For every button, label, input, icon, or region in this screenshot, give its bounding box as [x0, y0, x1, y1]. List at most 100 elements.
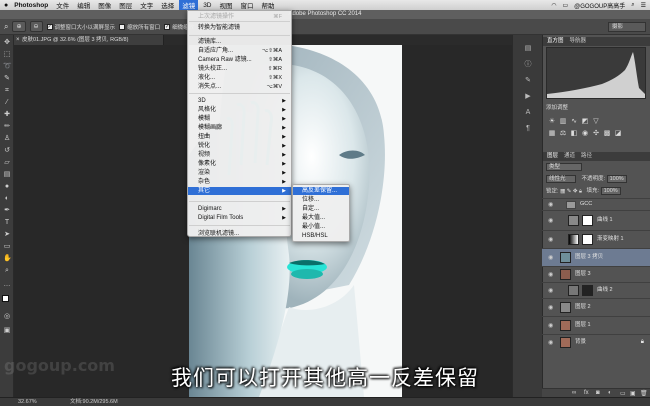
zoom-tool-icon-2[interactable]: ⌕ [3, 267, 11, 275]
crop-tool-icon[interactable]: ⌗ [3, 87, 11, 95]
blend-mode-select[interactable]: 线性光 [546, 175, 576, 183]
hue-icon[interactable]: ▦ [548, 130, 556, 138]
filter-menu-item[interactable]: 消失点... ⌥⌘V [188, 83, 291, 91]
layer-row[interactable]: ◉ GCC [542, 198, 650, 210]
filter-menu-item[interactable]: 自适应广角... ⌥⇧⌘A [188, 47, 291, 55]
blur-tool-icon[interactable]: ● [3, 183, 11, 191]
brush-panel-icon[interactable]: ✎ [523, 77, 533, 85]
color-balance-icon[interactable]: ⚖ [559, 130, 567, 138]
curves-icon[interactable]: ∿ [570, 118, 578, 126]
tab-channels[interactable]: 通道 [564, 152, 575, 161]
search-icon[interactable]: ⌕ [631, 2, 634, 9]
filter-menu-item[interactable]: 扭曲 ▶ [188, 133, 291, 141]
battery-icon[interactable]: ▭ [562, 2, 568, 9]
eye-icon[interactable]: ◉ [548, 202, 553, 208]
user-name[interactable]: @GOGOUP高高手 [574, 1, 625, 10]
stamp-tool-icon[interactable]: ♙ [3, 135, 11, 143]
filter-menu-item[interactable]: 3D ▶ [188, 97, 291, 105]
foreground-color-swatch[interactable] [2, 295, 9, 302]
eraser-tool-icon[interactable]: ▱ [3, 159, 11, 167]
zoom-out-button[interactable]: ⊖ [29, 21, 43, 32]
list-icon[interactable]: ☰ [641, 2, 646, 9]
layer-kind-select[interactable]: 类型 [546, 163, 582, 171]
marquee-tool-icon[interactable]: ⬚ [3, 51, 11, 59]
layer-row[interactable]: ◉ 背景 🔒︎ [542, 334, 650, 350]
eye-icon[interactable]: ◉ [548, 218, 553, 224]
path-select-tool-icon[interactable]: ➤ [3, 231, 11, 239]
filter-menu-item[interactable]: 风格化 ▶ [188, 106, 291, 114]
screen-mode-icon[interactable]: ▣ [3, 327, 11, 335]
filter-menu-item[interactable]: Camera Raw 滤镜... ⇧⌘A [188, 56, 291, 64]
opacity-field[interactable]: 100% [606, 175, 627, 183]
filter-menu-item[interactable]: 锐化 ▶ [188, 142, 291, 150]
filter-menu-item[interactable]: 像素化 ▶ [188, 160, 291, 168]
layer-row[interactable]: ◉ 图层 1 [542, 316, 650, 334]
paragraph-panel-icon[interactable]: ¶ [523, 125, 533, 133]
menu-filter[interactable]: 滤镜 [179, 0, 199, 10]
filter-menu-item[interactable]: 转换为智能滤镜 [188, 24, 291, 32]
vibrance-icon[interactable]: ▽ [592, 118, 600, 126]
info-panel-icon[interactable]: ⓘ [523, 61, 533, 69]
tab-histogram[interactable]: 直方图 [547, 37, 564, 46]
menu-app-name[interactable]: Photoshop [14, 2, 48, 9]
menu-file[interactable]: 文件 [56, 0, 69, 10]
channel-mixer-icon[interactable]: ✣ [592, 130, 600, 138]
filter-menu-item[interactable]: 渲染 ▶ [188, 169, 291, 177]
layer-row[interactable]: ◉ 曲线 1 [542, 210, 650, 230]
eye-icon[interactable]: ◉ [548, 340, 553, 346]
character-panel-icon[interactable]: A [523, 109, 533, 117]
lock-icon[interactable]: ▦ ✎ ✥ 🔒︎ [560, 188, 582, 194]
menu-edit[interactable]: 编辑 [77, 0, 90, 10]
filter-menu-item[interactable]: 浏览联机滤镜... [188, 230, 291, 238]
mask-icon[interactable]: ◙ [596, 390, 600, 396]
quick-mask-icon[interactable]: ◎ [3, 313, 11, 321]
eye-icon[interactable]: ◉ [548, 272, 553, 278]
layer-row[interactable]: ◉ 曲线 2 [542, 282, 650, 298]
link-icon[interactable]: ∞ [572, 390, 576, 396]
trash-icon[interactable]: 🗑︎ [640, 390, 648, 397]
filter-menu-item[interactable]: Digimarc ▶ [188, 205, 291, 213]
lasso-tool-icon[interactable]: ➰ [3, 63, 12, 71]
layer-row[interactable]: ◉ 图层 3 [542, 266, 650, 282]
new-layer-icon[interactable]: ▣ [630, 390, 636, 397]
filter-menu-item[interactable]: 视频 ▶ [188, 151, 291, 159]
tab-layers[interactable]: 图层 [547, 152, 558, 161]
filter-menu-item[interactable]: 杂色 ▶ [188, 178, 291, 186]
eye-icon[interactable]: ◉ [548, 305, 553, 311]
photo-filter-icon[interactable]: ◉ [581, 130, 589, 138]
eye-icon[interactable]: ◉ [548, 255, 553, 261]
submenu-item[interactable]: 位移... [293, 196, 349, 204]
color-lookup-icon[interactable]: ▩ [603, 130, 611, 138]
menu-type[interactable]: 文字 [140, 0, 153, 10]
hand-tool-icon[interactable]: ✋ [3, 255, 12, 263]
shape-tool-icon[interactable]: ▭ [3, 243, 11, 251]
tab-paths[interactable]: 路径 [581, 152, 592, 161]
submenu-item[interactable]: 最小值... [293, 223, 349, 231]
zoom-level[interactable]: 32.67% [18, 398, 37, 406]
adjust-icon[interactable]: ◐ [608, 390, 612, 396]
fill-field[interactable]: 100% [600, 187, 621, 195]
pen-tool-icon[interactable]: ✒ [3, 207, 11, 215]
brush-tool-icon[interactable]: ✏ [3, 123, 11, 131]
more-tools-icon[interactable]: … [3, 281, 11, 289]
move-tool-icon[interactable]: ✥ [3, 39, 11, 47]
filter-menu-item[interactable]: 模糊 ▶ [188, 115, 291, 123]
quick-select-tool-icon[interactable]: ✎ [3, 75, 11, 83]
menu-3d[interactable]: 3D [203, 2, 211, 9]
invert-icon[interactable]: ◪ [614, 130, 622, 138]
filter-menu-item[interactable]: 其它 ▶ [188, 187, 291, 195]
healing-tool-icon[interactable]: ✚ [3, 111, 11, 119]
submenu-item[interactable]: 自定... [293, 205, 349, 213]
brightness-icon[interactable]: ☀ [548, 118, 556, 126]
actions-panel-icon[interactable]: ▶ [523, 93, 533, 101]
menu-window[interactable]: 窗口 [241, 0, 254, 10]
zoom-in-button[interactable]: ⊕ [12, 21, 26, 32]
eye-icon[interactable]: ◉ [548, 323, 553, 329]
wifi-icon[interactable]: ◠ [551, 2, 556, 9]
filter-menu-item[interactable]: Digital Film Tools ▶ [188, 214, 291, 222]
menu-select[interactable]: 选择 [161, 0, 174, 10]
type-tool-icon[interactable]: T [3, 219, 11, 227]
tab-navigator[interactable]: 导航器 [570, 37, 587, 46]
document-tab[interactable]: × 皮肤01.JPG @ 32.6% (图层 3 拷贝, RGB/8) [14, 35, 164, 45]
submenu-item[interactable]: 最大值... [293, 214, 349, 222]
